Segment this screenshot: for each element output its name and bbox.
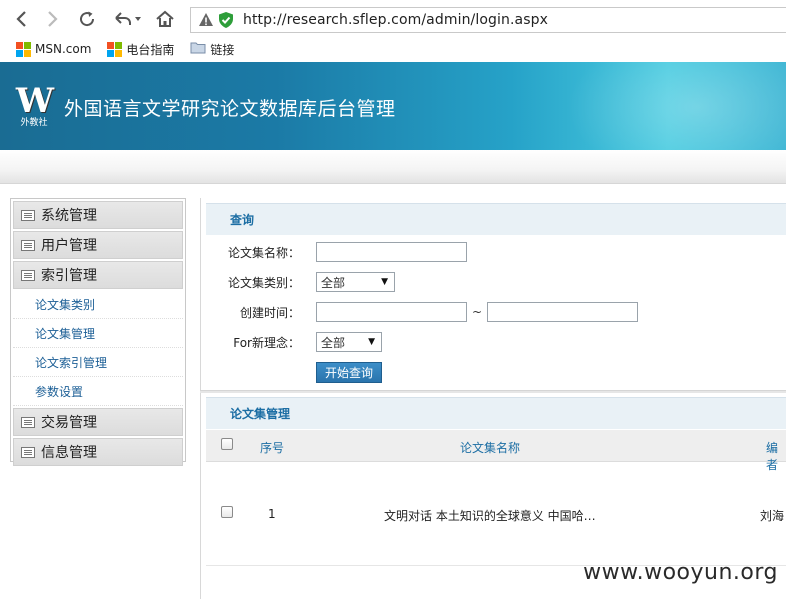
concept-select[interactable]: 全部 ▼ <box>316 332 382 352</box>
address-bar[interactable]: http://research.sflep.com/admin/login.as… <box>190 7 786 33</box>
column-header-name[interactable]: 论文集名称 <box>460 439 520 456</box>
row-index: 1 <box>268 507 276 521</box>
created-label: 创建时间： <box>239 305 300 320</box>
table-header: 序号 论文集名称 编者 <box>206 430 786 472</box>
category-row: 论文集类别： 全部 ▼ <box>206 272 395 292</box>
search-button[interactable]: 开始查询 <box>316 362 382 383</box>
collection-name-input[interactable] <box>316 242 467 262</box>
created-from-input[interactable] <box>316 302 467 322</box>
column-header-editor[interactable]: 编者 <box>766 439 786 473</box>
list-panel-title: 论文集管理 <box>206 397 786 429</box>
sidebar-menu: 系统管理 用户管理 索引管理 论文集类别 论文集管理 论文索引管理 参数设置 交… <box>10 198 186 466</box>
bookmark-msn[interactable]: MSN.com <box>16 41 92 57</box>
windows-logo-icon <box>107 41 123 57</box>
submenu-collection-category[interactable]: 论文集类别 <box>13 290 183 319</box>
bookmark-label: 链接 <box>210 42 235 57</box>
menu-label: 信息管理 <box>41 445 97 461</box>
concept-select-value: 全部 <box>321 335 346 350</box>
menu-index[interactable]: 索引管理 <box>13 261 183 289</box>
menu-label: 系统管理 <box>41 208 97 224</box>
bookmark-label: 电台指南 <box>126 42 175 57</box>
submenu-parameters[interactable]: 参数设置 <box>13 377 183 406</box>
back-icon[interactable] <box>10 8 32 30</box>
row-collection-name[interactable]: 文明对话 本土知识的全球意义 中国哈… <box>384 507 596 524</box>
created-row: 创建时间： ~ <box>206 302 639 322</box>
created-to-input[interactable] <box>487 302 639 322</box>
row-editor: 刘海 <box>760 509 785 523</box>
section-divider <box>200 390 786 393</box>
menu-system[interactable]: 系统管理 <box>13 201 183 229</box>
home-icon[interactable] <box>154 8 176 30</box>
bookmark-label: MSN.com <box>35 42 92 56</box>
range-separator: ~ <box>472 305 483 319</box>
list-icon <box>21 209 35 221</box>
menu-label: 用户管理 <box>41 238 97 254</box>
logo-mark: W <box>15 81 54 121</box>
bookmark-radio-guide[interactable]: 电台指南 <box>107 41 174 58</box>
list-icon <box>21 239 35 251</box>
submenu-collection-manage[interactable]: 论文集管理 <box>13 319 183 348</box>
submenu-paper-index[interactable]: 论文索引管理 <box>13 348 183 377</box>
category-select[interactable]: 全部 ▼ <box>316 272 395 292</box>
query-panel-title: 查询 <box>206 203 786 235</box>
header-subbar <box>0 150 786 184</box>
list-icon <box>21 446 35 458</box>
column-header-index[interactable]: 序号 <box>260 439 284 456</box>
site-header: W 外教社 外国语言文学研究论文数据库后台管理 <box>0 62 786 150</box>
folder-icon <box>190 41 206 57</box>
shield-check-icon <box>217 11 235 29</box>
concept-row: For新理念： 全部 ▼ <box>206 332 382 352</box>
bookmarks-bar: MSN.com 电台指南 链接 <box>0 38 786 60</box>
triangle-warning-icon <box>197 11 215 29</box>
category-select-value: 全部 <box>321 275 346 290</box>
name-row: 论文集名称： <box>206 242 467 262</box>
forward-icon[interactable] <box>42 8 64 30</box>
menu-label: 索引管理 <box>41 268 97 284</box>
list-icon <box>21 416 35 428</box>
site-logo: W 外教社 <box>14 84 54 128</box>
menu-transactions[interactable]: 交易管理 <box>13 408 183 436</box>
watermark-text: www.wooyun.org <box>583 560 778 585</box>
content-divider <box>200 198 201 599</box>
msn-logo-icon <box>16 41 31 57</box>
row-checkbox[interactable] <box>221 506 233 518</box>
category-label: 论文集类别： <box>227 275 300 290</box>
menu-users[interactable]: 用户管理 <box>13 231 183 259</box>
chevron-down-icon: ▼ <box>368 337 375 347</box>
list-icon <box>21 269 35 281</box>
site-title: 外国语言文学研究论文数据库后台管理 <box>64 98 396 120</box>
browser-toolbar: http://research.sflep.com/admin/login.as… <box>0 0 786 38</box>
url-text[interactable]: http://research.sflep.com/admin/login.as… <box>243 12 548 28</box>
concept-label: For新理念： <box>233 335 300 350</box>
chevron-down-icon: ▼ <box>381 277 388 287</box>
name-label: 论文集名称： <box>227 245 300 260</box>
menu-label: 交易管理 <box>41 415 97 431</box>
select-all-checkbox[interactable] <box>221 438 233 450</box>
bookmark-links[interactable]: 链接 <box>190 41 234 58</box>
menu-info[interactable]: 信息管理 <box>13 438 183 466</box>
refresh-icon[interactable] <box>76 8 98 30</box>
undo-history-icon[interactable] <box>110 8 144 30</box>
